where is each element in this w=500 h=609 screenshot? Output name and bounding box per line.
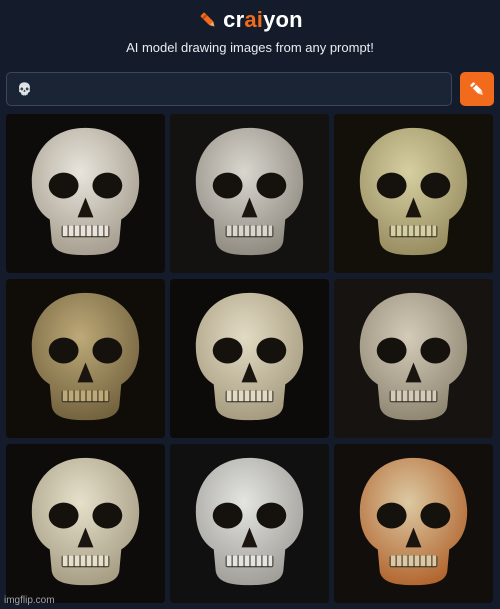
brand-logo[interactable]: craiyon [223, 7, 303, 33]
result-image[interactable] [170, 114, 329, 273]
result-image[interactable] [170, 279, 329, 438]
result-image[interactable] [6, 444, 165, 603]
prompt-bar: 💀 [6, 72, 494, 106]
prompt-input[interactable]: 💀 [6, 72, 452, 106]
skull-icon [334, 114, 493, 273]
skull-icon [6, 114, 165, 273]
result-image[interactable] [334, 444, 493, 603]
skull-icon [334, 279, 493, 438]
brand-accent: ai [244, 7, 264, 32]
brand-suffix: yon [263, 7, 303, 32]
skull-icon [334, 444, 493, 603]
result-image[interactable] [6, 114, 165, 273]
crayon-icon [200, 12, 215, 27]
tagline: AI model drawing images from any prompt! [126, 40, 374, 55]
draw-button[interactable] [460, 72, 494, 106]
prompt-value: 💀 [17, 82, 32, 96]
brand-prefix: cr [223, 7, 245, 32]
crayon-icon [470, 82, 483, 95]
watermark: imgflip.com [4, 595, 55, 606]
skull-icon [170, 279, 329, 438]
skull-icon [170, 444, 329, 603]
app-header: craiyon [0, 6, 500, 34]
result-image[interactable] [334, 114, 493, 273]
skull-icon [170, 114, 329, 273]
skull-icon [6, 279, 165, 438]
result-image[interactable] [170, 444, 329, 603]
result-image[interactable] [6, 279, 165, 438]
result-image[interactable] [334, 279, 493, 438]
results-grid [6, 114, 494, 603]
skull-icon [6, 444, 165, 603]
